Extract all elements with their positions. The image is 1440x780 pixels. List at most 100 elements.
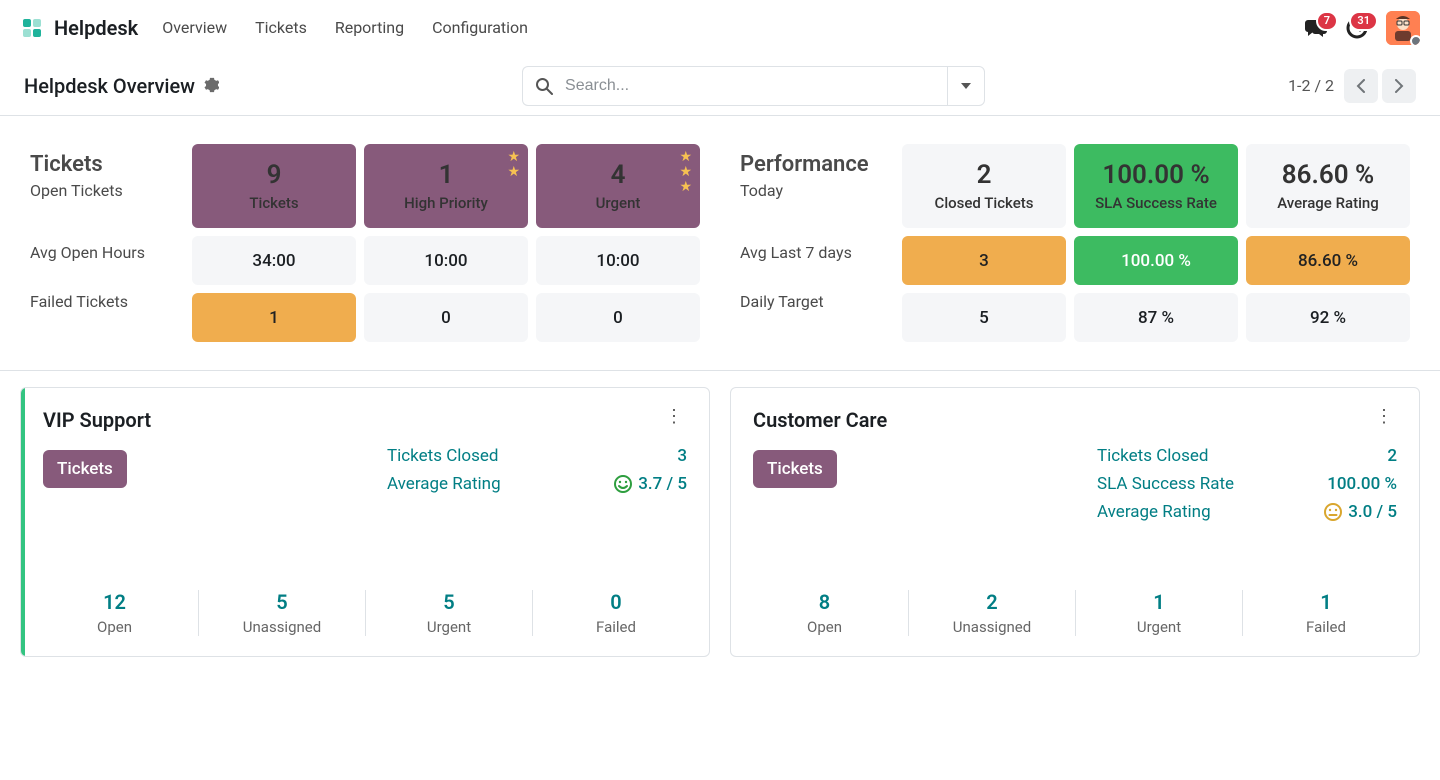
star-icon: ★ bbox=[679, 180, 692, 194]
teams-area: VIP Support ⋮ Tickets Tickets Closed 3 Averag… bbox=[0, 371, 1440, 673]
team-foot-cell[interactable]: 1Failed bbox=[1242, 590, 1409, 636]
team-kpis: Tickets Closed 3 Average Rating 3.7 / 5 bbox=[387, 446, 687, 494]
perf-head-num: 100.00 % bbox=[1102, 160, 1209, 190]
tickets-failed-2[interactable]: 0 bbox=[536, 293, 700, 342]
page-title: Helpdesk Overview bbox=[24, 74, 195, 98]
brand-logo-icon bbox=[20, 16, 44, 40]
star-icon: ★ bbox=[679, 165, 692, 179]
activity-badge: 31 bbox=[1349, 11, 1378, 31]
team-foot-num: 8 bbox=[819, 590, 830, 614]
team-foot-cell[interactable]: 5Unassigned bbox=[198, 590, 365, 636]
tickets-kanban-button[interactable]: Tickets bbox=[753, 450, 837, 488]
breadcrumb: Helpdesk Overview bbox=[24, 74, 219, 98]
team-foot-cell[interactable]: 2Unassigned bbox=[908, 590, 1075, 636]
kpi-value: 2 bbox=[1387, 446, 1397, 466]
team-foot-num: 2 bbox=[986, 590, 997, 614]
tickets-head-label: Urgent bbox=[596, 194, 641, 212]
top-nav: Helpdesk Overview Tickets Reporting Conf… bbox=[0, 0, 1440, 56]
team-foot: 8Open2Unassigned1Urgent1Failed bbox=[731, 576, 1419, 656]
menu-overview[interactable]: Overview bbox=[162, 18, 227, 37]
menu-reporting[interactable]: Reporting bbox=[335, 18, 404, 37]
tickets-row-failed-label: Failed Tickets bbox=[30, 277, 192, 326]
kpi-label: Tickets Closed bbox=[387, 446, 498, 466]
kpi-row[interactable]: Average Rating 3.7 / 5 bbox=[387, 474, 687, 494]
tickets-failed-0[interactable]: 1 bbox=[192, 293, 356, 342]
team-foot-num: 1 bbox=[1320, 590, 1331, 614]
perf-target-0[interactable]: 5 bbox=[902, 293, 1066, 342]
team-foot-label: Failed bbox=[596, 618, 636, 636]
brand[interactable]: Helpdesk bbox=[20, 16, 138, 40]
perf-head-label: SLA Success Rate bbox=[1095, 194, 1217, 212]
team-foot-cell[interactable]: 5 Urgent bbox=[365, 590, 532, 636]
kpi-value: 3 bbox=[677, 446, 687, 466]
team-foot-num: 5 bbox=[276, 590, 287, 614]
pager-next-button[interactable] bbox=[1382, 69, 1416, 103]
control-bar: Helpdesk Overview 1-2 / 2 bbox=[0, 56, 1440, 116]
perf-avg-2[interactable]: 86.60 % bbox=[1246, 236, 1410, 285]
kpi-row[interactable]: Average Rating 3.0 / 5 bbox=[1097, 502, 1397, 522]
perf-head-label: Average Rating bbox=[1277, 194, 1379, 212]
tickets-row-open-label: Open Tickets bbox=[30, 181, 123, 200]
team-foot-cell[interactable]: 8Open bbox=[741, 590, 908, 636]
priority-stars: ★★ bbox=[507, 150, 520, 179]
main-menu: Overview Tickets Reporting Configuration bbox=[162, 18, 528, 37]
team-foot-cell[interactable]: 1Urgent bbox=[1075, 590, 1242, 636]
search-icon bbox=[535, 77, 553, 95]
tickets-head-num: 9 bbox=[267, 160, 282, 190]
tickets-head-0[interactable]: 9 Tickets bbox=[192, 144, 356, 228]
perf-avg-1[interactable]: 100.00 % bbox=[1074, 236, 1238, 285]
team-foot-num: 12 bbox=[103, 590, 126, 614]
chat-button[interactable]: 7 bbox=[1304, 17, 1328, 39]
kpi-label: SLA Success Rate bbox=[1097, 474, 1234, 494]
tickets-avg-0[interactable]: 34:00 bbox=[192, 236, 356, 285]
perf-head-num: 86.60 % bbox=[1282, 160, 1374, 190]
team-foot-num: 5 bbox=[443, 590, 454, 614]
tickets-avg-2[interactable]: 10:00 bbox=[536, 236, 700, 285]
team-foot: 12Open5Unassigned5Urgent0Failed bbox=[21, 576, 709, 656]
card-menu-button[interactable]: ⋮ bbox=[1371, 408, 1397, 426]
perf-target-2[interactable]: 92 % bbox=[1246, 293, 1410, 342]
kpi-label: Average Rating bbox=[387, 474, 501, 494]
tickets-head-label: Tickets bbox=[249, 194, 298, 212]
perf-avg-0[interactable]: 3 bbox=[902, 236, 1066, 285]
perf-head-0[interactable]: 2Closed Tickets bbox=[902, 144, 1066, 228]
team-foot-label: Urgent bbox=[1137, 618, 1181, 636]
star-icon: ★ bbox=[679, 150, 692, 164]
tickets-head-num: 1 bbox=[439, 160, 454, 190]
tickets-head-2[interactable]: 4Urgent★★★ bbox=[536, 144, 700, 228]
brand-name: Helpdesk bbox=[54, 16, 138, 40]
search-input[interactable] bbox=[563, 76, 935, 96]
tickets-panel: Tickets Open Tickets Avg Open Hours Fail… bbox=[30, 144, 700, 342]
pager-prev-button[interactable] bbox=[1344, 69, 1378, 103]
performance-row-7days-label: Avg Last 7 days bbox=[740, 228, 902, 277]
search-box[interactable] bbox=[522, 66, 947, 106]
perf-target-1[interactable]: 87 % bbox=[1074, 293, 1238, 342]
kpi-row[interactable]: Tickets Closed2 bbox=[1097, 446, 1397, 466]
card-menu-button[interactable]: ⋮ bbox=[661, 408, 687, 426]
tickets-head-1[interactable]: 1High Priority★★ bbox=[364, 144, 528, 228]
activity-button[interactable]: 31 bbox=[1346, 17, 1368, 39]
gear-icon[interactable] bbox=[203, 74, 219, 98]
team-foot-label: Open bbox=[97, 618, 132, 636]
team-foot-cell[interactable]: 0Failed bbox=[532, 590, 699, 636]
kpi-row[interactable]: SLA Success Rate100.00 % bbox=[1097, 474, 1397, 494]
search-wrap bbox=[522, 66, 985, 106]
tickets-avg-1[interactable]: 10:00 bbox=[364, 236, 528, 285]
menu-tickets[interactable]: Tickets bbox=[255, 18, 307, 37]
team-foot-label: Urgent bbox=[427, 618, 471, 636]
chevron-right-icon bbox=[1394, 79, 1404, 93]
chevron-left-icon bbox=[1356, 79, 1366, 93]
nav-right: 7 31 bbox=[1304, 11, 1420, 45]
search-options-button[interactable] bbox=[947, 66, 985, 106]
kpi-row[interactable]: Tickets Closed 3 bbox=[387, 446, 687, 466]
menu-configuration[interactable]: Configuration bbox=[432, 18, 528, 37]
tickets-kanban-button[interactable]: Tickets bbox=[43, 450, 127, 488]
kpi-label: Average Rating bbox=[1097, 502, 1211, 522]
tickets-failed-1[interactable]: 0 bbox=[364, 293, 528, 342]
team-name: Customer Care bbox=[753, 408, 887, 432]
perf-head-2[interactable]: 86.60 % Average Rating bbox=[1246, 144, 1410, 228]
team-name: VIP Support bbox=[43, 408, 151, 432]
perf-head-1[interactable]: 100.00 % SLA Success Rate bbox=[1074, 144, 1238, 228]
team-foot-cell[interactable]: 12 Open bbox=[31, 590, 198, 636]
avatar[interactable] bbox=[1386, 11, 1420, 45]
